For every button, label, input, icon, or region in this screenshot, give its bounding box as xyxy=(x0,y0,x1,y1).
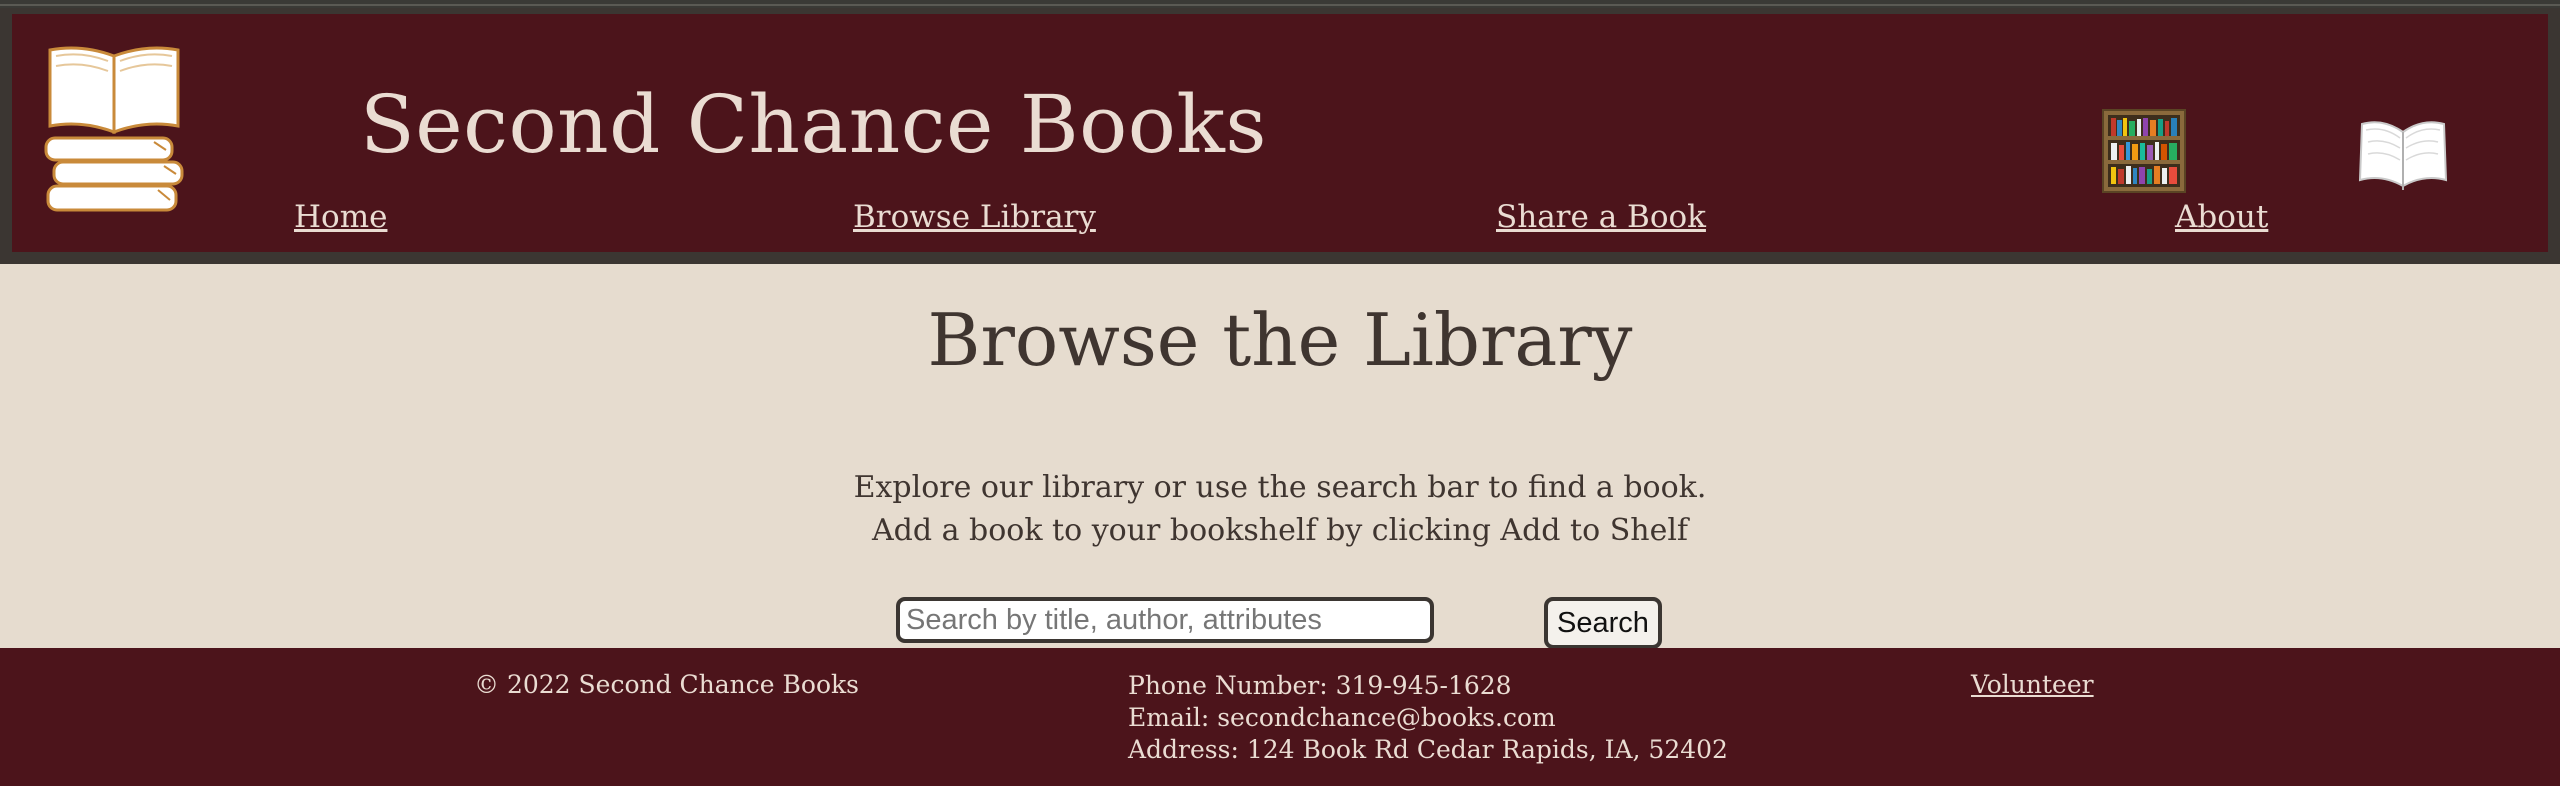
search-input[interactable] xyxy=(896,597,1434,643)
browser-top-strip xyxy=(0,0,2560,8)
nav-home-link[interactable]: Home xyxy=(294,199,387,235)
email-address: Email: secondchance@books.com xyxy=(1128,703,1556,732)
intro-text: Explore our library or use the search ba… xyxy=(0,466,2560,552)
phone-number: Phone Number: 319-945-1628 xyxy=(1128,671,1512,700)
nav-browse-library-link[interactable]: Browse Library xyxy=(853,199,1096,235)
search-button[interactable]: Search xyxy=(1544,597,1662,649)
site-header: Second Chance Books Home Browse Library … xyxy=(12,14,2548,252)
contact-info: Phone Number: 319-945-1628 Email: second… xyxy=(1128,670,1728,766)
volunteer-link[interactable]: Volunteer xyxy=(1971,670,2094,699)
bookshelf-icon[interactable] xyxy=(2102,109,2186,193)
open-book-icon[interactable] xyxy=(2358,114,2448,194)
intro-line: Add a book to your bookshelf by clicking… xyxy=(871,513,1689,548)
site-title: Second Chance Books xyxy=(360,78,1267,171)
copyright-text: © 2022 Second Chance Books xyxy=(474,670,859,699)
intro-line: Explore our library or use the search ba… xyxy=(853,470,1707,505)
nav-share-a-book-link[interactable]: Share a Book xyxy=(1496,199,1706,235)
site-footer: © 2022 Second Chance Books Phone Number:… xyxy=(0,648,2560,786)
street-address: Address: 124 Book Rd Cedar Rapids, IA, 5… xyxy=(1128,735,1728,764)
nav-about-link[interactable]: About xyxy=(2175,199,2268,235)
books-stack-logo-icon[interactable] xyxy=(42,44,192,219)
page-title: Browse the Library xyxy=(927,298,1633,382)
